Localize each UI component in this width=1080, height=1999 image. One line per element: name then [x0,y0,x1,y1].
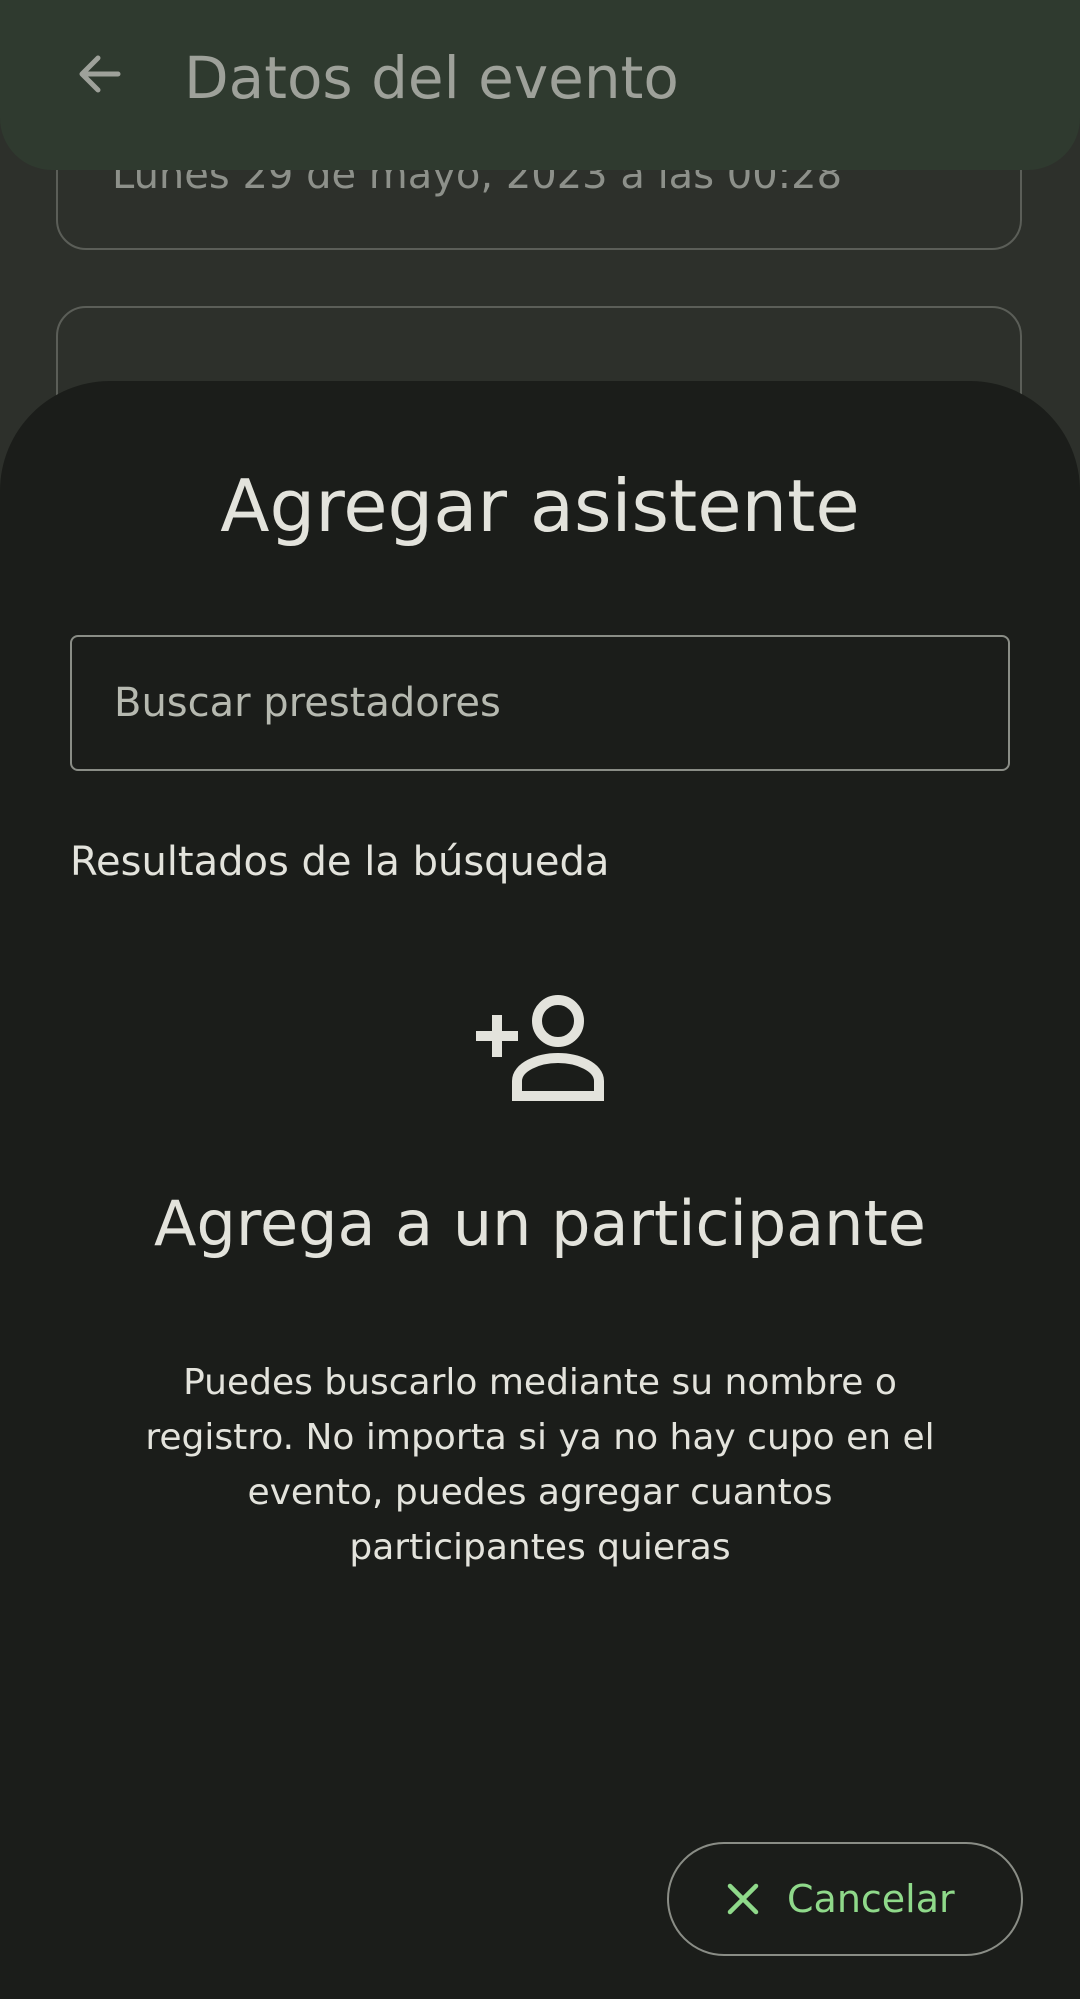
search-input[interactable] [114,637,974,769]
add-attendee-sheet: Agregar asistente Resultados de la búsqu… [0,381,1080,1999]
page-title: Datos del evento [184,44,679,112]
sheet-title: Agregar asistente [220,464,860,548]
cancel-button-label: Cancelar [787,1877,955,1921]
arrow-back-icon[interactable] [72,46,128,102]
search-field[interactable] [70,635,1010,771]
app-bar: Datos del evento [0,0,1080,170]
person-add-icon [472,993,608,1101]
cancel-button[interactable]: Cancelar [667,1842,1023,1956]
empty-state-description: Puedes buscarlo mediante su nombre o reg… [145,1362,935,1568]
close-icon [725,1881,761,1917]
results-label: Resultados de la búsqueda [70,839,610,885]
empty-state-title: Agrega a un participante [154,1187,926,1260]
